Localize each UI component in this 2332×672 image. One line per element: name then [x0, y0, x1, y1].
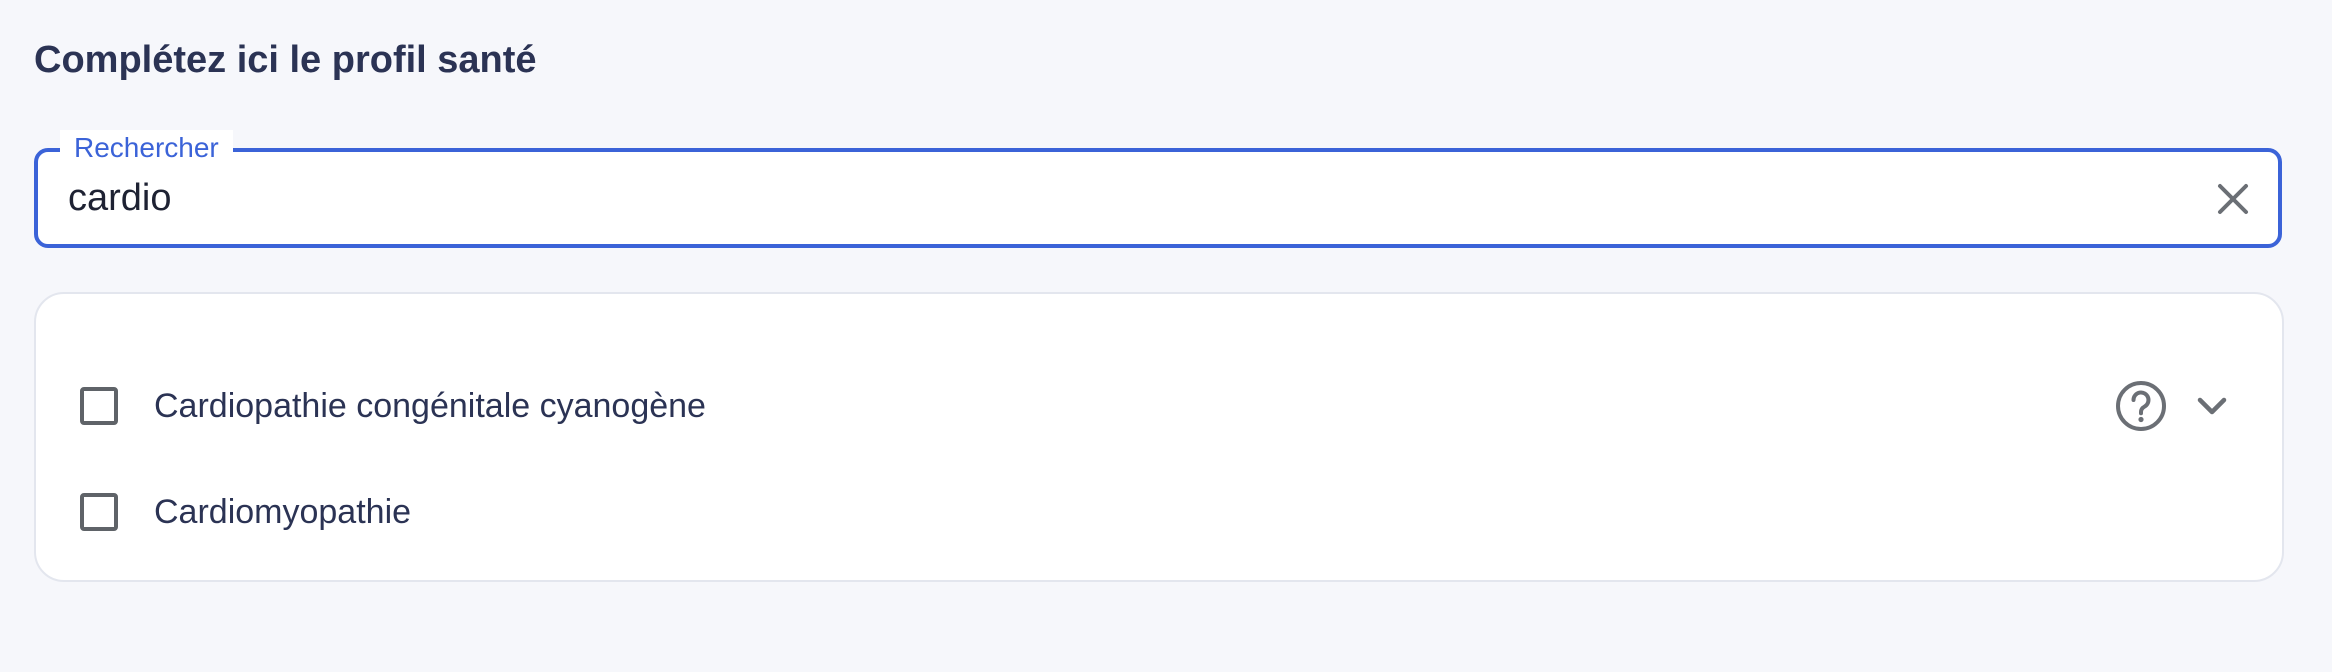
page-title: Complétez ici le profil santé: [34, 39, 537, 81]
search-label: Rechercher: [60, 130, 233, 166]
search-input[interactable]: [68, 168, 2148, 228]
close-icon: [2218, 184, 2248, 214]
list-item[interactable]: Cardiomyopathie: [36, 472, 2282, 552]
result-label: Cardiomyopathie: [154, 493, 412, 531]
chevron-down-icon[interactable]: [2190, 384, 2234, 428]
list-item[interactable]: Cardiopathie congénitale cyanogène: [36, 366, 2282, 446]
result-checkbox[interactable]: [80, 493, 118, 531]
result-checkbox[interactable]: [80, 387, 118, 425]
result-label: Cardiopathie congénitale cyanogène: [154, 387, 706, 425]
help-circle-icon[interactable]: [2114, 379, 2168, 433]
results-list: Cardiopathie congénitale cyanogène Cardi…: [34, 292, 2284, 582]
clear-search-button[interactable]: [2210, 176, 2256, 222]
search-field[interactable]: Rechercher: [34, 130, 2282, 248]
